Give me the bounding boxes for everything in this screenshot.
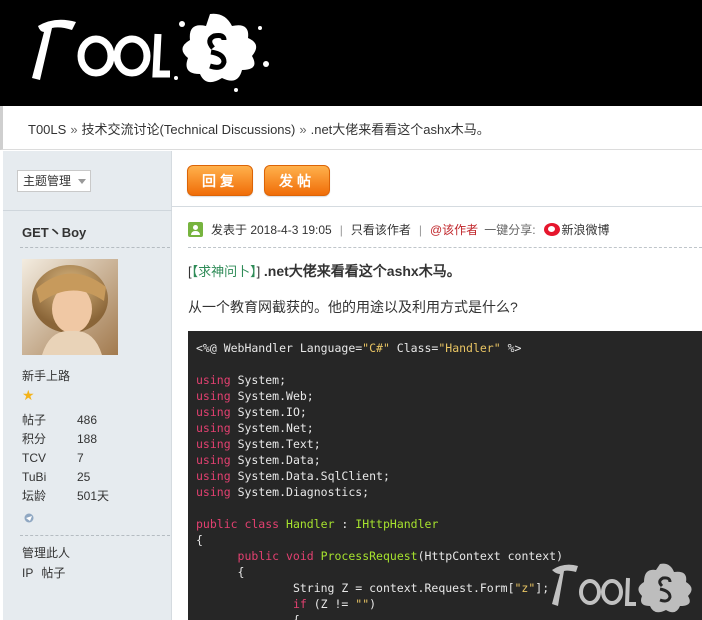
topic-manage-dropdown[interactable]: 主题管理 bbox=[17, 170, 91, 192]
site-header bbox=[0, 0, 702, 106]
tools-watermark-logo bbox=[552, 563, 692, 613]
code-line: using System.Diagnostics; bbox=[196, 485, 370, 499]
stat-row: TCV 7 bbox=[22, 449, 109, 468]
code-line: using System.Data; bbox=[196, 453, 321, 467]
stat-value: 25 bbox=[77, 470, 91, 484]
stat-label: TCV bbox=[22, 451, 46, 465]
only-author-link[interactable]: 只看该作者 bbox=[351, 221, 411, 238]
user-online-icon bbox=[188, 222, 203, 237]
code-line: public class Handler : IHttpHandler bbox=[196, 517, 439, 531]
stat-value: 188 bbox=[77, 432, 98, 446]
stat-value: 501天 bbox=[77, 489, 110, 503]
divider bbox=[20, 535, 170, 536]
send-message-icon[interactable] bbox=[24, 513, 34, 523]
user-posts-link[interactable]: 帖子 bbox=[41, 566, 65, 580]
code-line: using System.Net; bbox=[196, 421, 314, 435]
breadcrumb-thread-link[interactable]: .net大佬来看看这个ashx木马。 bbox=[311, 122, 490, 137]
post-body-text: 从一个教育网截获的。他的用途以及利用方式是什么? bbox=[188, 299, 518, 315]
post-meta: 发表于 2018-4-3 19:05 | 只看该作者 | @该作者 一键分享: … bbox=[188, 221, 610, 238]
code-line: <%@ WebHandler Language="C#" Class="Hand… bbox=[196, 341, 522, 355]
ip-link[interactable]: IP bbox=[22, 566, 33, 580]
weibo-icon[interactable] bbox=[543, 223, 560, 236]
breadcrumb-separator: » bbox=[70, 122, 78, 137]
author-sidebar: 主题管理 GET丶Boy 新手上路 ★ 帖子 486 积分 188 TCV 7 TuB… bbox=[3, 151, 172, 620]
thread-category-link[interactable]: 【求神问卜】 bbox=[192, 264, 257, 279]
meta-separator: | bbox=[339, 222, 343, 237]
breadcrumb-forum-link[interactable]: 技术交流讨论(Technical Discussions) bbox=[82, 122, 296, 137]
stat-row: 坛龄 501天 bbox=[22, 487, 109, 506]
avatar[interactable] bbox=[22, 259, 118, 355]
divider bbox=[172, 206, 702, 207]
divider bbox=[20, 247, 170, 248]
chevron-down-icon bbox=[78, 179, 86, 184]
topic-manage-label: 主题管理 bbox=[23, 174, 72, 188]
stat-label: 积分 bbox=[22, 432, 47, 446]
breadcrumb-separator: » bbox=[299, 122, 307, 137]
stat-label: 坛龄 bbox=[22, 489, 47, 503]
manage-user-link[interactable]: 管理此人 bbox=[22, 544, 70, 561]
divider bbox=[3, 210, 172, 211]
share-label: 一键分享: bbox=[484, 223, 536, 237]
stat-label: TuBi bbox=[22, 470, 47, 484]
code-line: using System.Data.SqlClient; bbox=[196, 469, 390, 483]
stat-row: TuBi 25 bbox=[22, 468, 109, 487]
stat-value: 7 bbox=[77, 451, 84, 465]
breadcrumb-home-link[interactable]: T00LS bbox=[28, 122, 66, 137]
title-bracket: ] bbox=[256, 264, 261, 279]
thread-title-text: .net大佬来看看这个ashx木马。 bbox=[263, 263, 461, 279]
code-line: using System.Text; bbox=[196, 437, 321, 451]
code-line: using System.IO; bbox=[196, 405, 307, 419]
star-icon: ★ bbox=[22, 387, 35, 403]
thread-title: [【求神问卜】] .net大佬来看看这个ashx木马。 bbox=[188, 261, 461, 281]
code-line: { bbox=[196, 533, 203, 547]
new-post-button[interactable]: 发帖 bbox=[264, 165, 330, 196]
stat-row: 积分 188 bbox=[22, 430, 109, 449]
user-rank: 新手上路 bbox=[22, 369, 71, 383]
stat-value[interactable]: 486 bbox=[77, 411, 97, 430]
tools-logo[interactable] bbox=[10, 4, 270, 94]
breadcrumb-bar: T00LS» 技术交流讨论(Technical Discussions)» .net… bbox=[0, 106, 702, 150]
at-author-link[interactable]: @该作者 bbox=[430, 221, 478, 238]
weibo-share-link[interactable]: 新浪微博 bbox=[562, 221, 610, 238]
stat-row: 帖子 486 bbox=[22, 411, 109, 430]
code-line: using System.Web; bbox=[196, 389, 314, 403]
post-content-area: 回复 发帖 发表于 2018-4-3 19:05 | 只看该作者 | @该作者 … bbox=[172, 151, 702, 620]
code-line: using System; bbox=[196, 373, 287, 387]
reply-button[interactable]: 回复 bbox=[187, 165, 253, 196]
stat-label: 帖子 bbox=[22, 413, 47, 427]
meta-separator: | bbox=[418, 222, 422, 237]
user-stats: 帖子 486 积分 188 TCV 7 TuBi 25 坛龄 501天 bbox=[22, 411, 109, 506]
author-name-link[interactable]: GET丶Boy bbox=[22, 222, 86, 241]
post-date: 发表于 2018-4-3 19:05 bbox=[211, 223, 332, 237]
breadcrumb: T00LS» 技术交流讨论(Technical Discussions)» .net… bbox=[28, 119, 490, 138]
ip-posts-links: IP 帖子 bbox=[22, 564, 73, 581]
divider bbox=[188, 247, 702, 248]
